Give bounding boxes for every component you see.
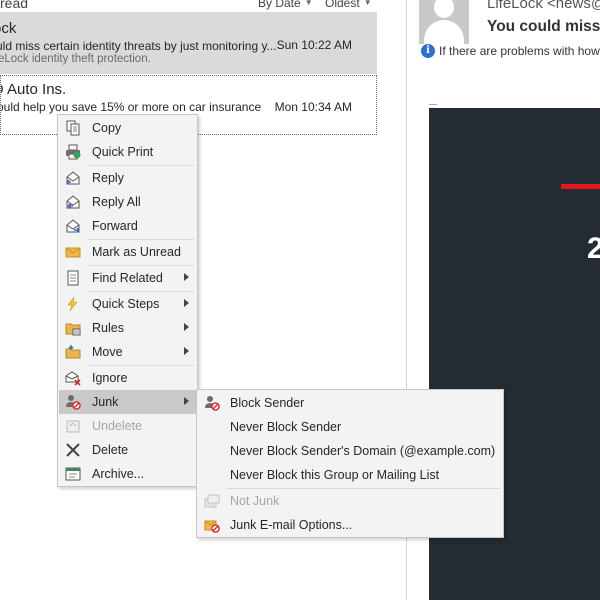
sort-by-label: By Date [258, 0, 301, 10]
email-subject: You could miss c [487, 18, 600, 35]
red-accent-bar [561, 184, 600, 189]
menu-item-ignore[interactable]: Ignore [59, 366, 196, 390]
submenu-item-block-sender[interactable]: Block Sender [198, 391, 502, 415]
chevron-down-icon: ▼ [363, 0, 372, 7]
info-icon: i [421, 44, 435, 58]
filter-unread-tab[interactable]: read [0, 0, 28, 11]
message-preview: eLock identity theft protection. [0, 53, 151, 65]
menu-item-label: Reply [92, 171, 124, 185]
submenu-arrow-icon [184, 273, 189, 281]
menu-item-label: Archive... [92, 467, 145, 481]
submenu-item-never-block-sender[interactable]: Never Block Sender [198, 415, 502, 439]
copy-icon [65, 120, 81, 136]
menu-item-label: Ignore [92, 371, 128, 385]
message-time: Sun 10:22 AM [276, 38, 352, 52]
menu-item-label: Block Sender [230, 396, 305, 410]
message-sender: ock [0, 20, 17, 37]
submenu-item-not-junk[interactable]: Not Junk [198, 489, 502, 513]
not-junk-icon [204, 493, 220, 509]
message-row[interactable]: ock uld miss certain identity threats by… [0, 12, 377, 74]
submenu-item-never-block-domain[interactable]: Never Block Sender's Domain (@example.co… [198, 439, 502, 463]
menu-item-label: Junk E-mail Options... [230, 518, 353, 532]
ignore-icon [65, 370, 81, 386]
sort-order-dropdown[interactable]: Oldest ▼ [325, 0, 372, 10]
menu-item-label: Find Related [92, 271, 163, 285]
menu-item-junk[interactable]: Junk [59, 390, 196, 414]
banner-number: 2 [587, 232, 600, 265]
rules-icon [65, 320, 81, 336]
chevron-down-icon: ▼ [304, 0, 313, 7]
delete-x-icon [65, 442, 81, 458]
menu-item-undelete[interactable]: Undelete [59, 414, 196, 438]
info-bar-text[interactable]: If there are problems with how [439, 44, 600, 58]
message-list-header: read By Date ▼ Oldest ▼ [0, 0, 387, 12]
message-sender: O Auto Ins. [1, 81, 67, 98]
menu-item-label: Not Junk [230, 494, 280, 508]
menu-item-label: Reply All [92, 195, 141, 209]
quick-print-icon [65, 144, 81, 160]
menu-item-label: Delete [92, 443, 129, 457]
menu-item-label: Mark as Unread [92, 245, 181, 259]
submenu-arrow-icon [184, 397, 189, 405]
menu-item-label: Junk [92, 395, 119, 409]
menu-item-label: Never Block Sender's Domain (@example.co… [230, 444, 496, 458]
menu-item-label: Quick Steps [92, 297, 160, 311]
junk-icon [65, 394, 81, 410]
submenu-item-junk-options[interactable]: Junk E-mail Options... [198, 513, 502, 537]
menu-item-label: Copy [92, 121, 122, 135]
sender-address[interactable]: LifeLock <news@ [487, 0, 600, 12]
envelope-icon [65, 244, 81, 260]
menu-item-reply[interactable]: Reply [59, 166, 196, 190]
message-time: Mon 10:34 AM [274, 100, 352, 114]
menu-item-find-related[interactable]: Find Related [59, 266, 196, 290]
menu-item-reply-all[interactable]: Reply All [59, 190, 196, 214]
undelete-icon [65, 418, 81, 434]
avatar [419, 0, 469, 44]
menu-item-quick-steps[interactable]: Quick Steps [59, 292, 196, 316]
menu-item-quick-print[interactable]: Quick Print [59, 140, 196, 164]
menu-item-rules[interactable]: Rules [59, 316, 196, 340]
menu-item-label: Never Block this Group or Mailing List [230, 468, 440, 482]
reply-all-icon [65, 194, 81, 210]
menu-item-mark-as-unread[interactable]: Mark as Unread [59, 240, 196, 264]
submenu-arrow-icon [184, 323, 189, 331]
menu-item-delete[interactable]: Delete [59, 438, 196, 462]
junk-options-icon [204, 517, 220, 533]
menu-item-label: Undelete [92, 419, 143, 433]
context-menu: Copy Quick Print Reply Reply All Forward… [57, 114, 198, 487]
menu-item-label: Never Block Sender [230, 420, 342, 434]
menu-item-label: Rules [92, 321, 124, 335]
move-folder-icon [65, 344, 81, 360]
menu-item-move[interactable]: Move [59, 340, 196, 364]
message-subject: uld miss certain identity threats by jus… [0, 39, 277, 53]
menu-item-label: Forward [92, 219, 138, 233]
forward-icon [65, 218, 81, 234]
reply-icon [65, 170, 81, 186]
find-related-icon [65, 270, 81, 286]
submenu-arrow-icon [184, 347, 189, 355]
junk-submenu: Block Sender Never Block Sender Never Bl… [196, 389, 504, 538]
menu-item-label: Quick Print [92, 145, 154, 159]
menu-item-forward[interactable]: Forward [59, 214, 196, 238]
archive-icon [65, 466, 81, 482]
submenu-item-never-block-group[interactable]: Never Block this Group or Mailing List [198, 463, 502, 487]
menu-item-archive[interactable]: Archive... [59, 462, 196, 486]
block-sender-icon [204, 395, 220, 411]
sort-order-label: Oldest [325, 0, 360, 10]
message-subject: ould help you save 15% or more on car in… [0, 100, 262, 114]
sort-by-dropdown[interactable]: By Date ▼ [258, 0, 313, 10]
submenu-arrow-icon [184, 299, 189, 307]
lightning-icon [65, 296, 81, 312]
divider-line [429, 104, 437, 105]
menu-item-copy[interactable]: Copy [59, 116, 196, 140]
menu-item-label: Move [92, 345, 123, 359]
